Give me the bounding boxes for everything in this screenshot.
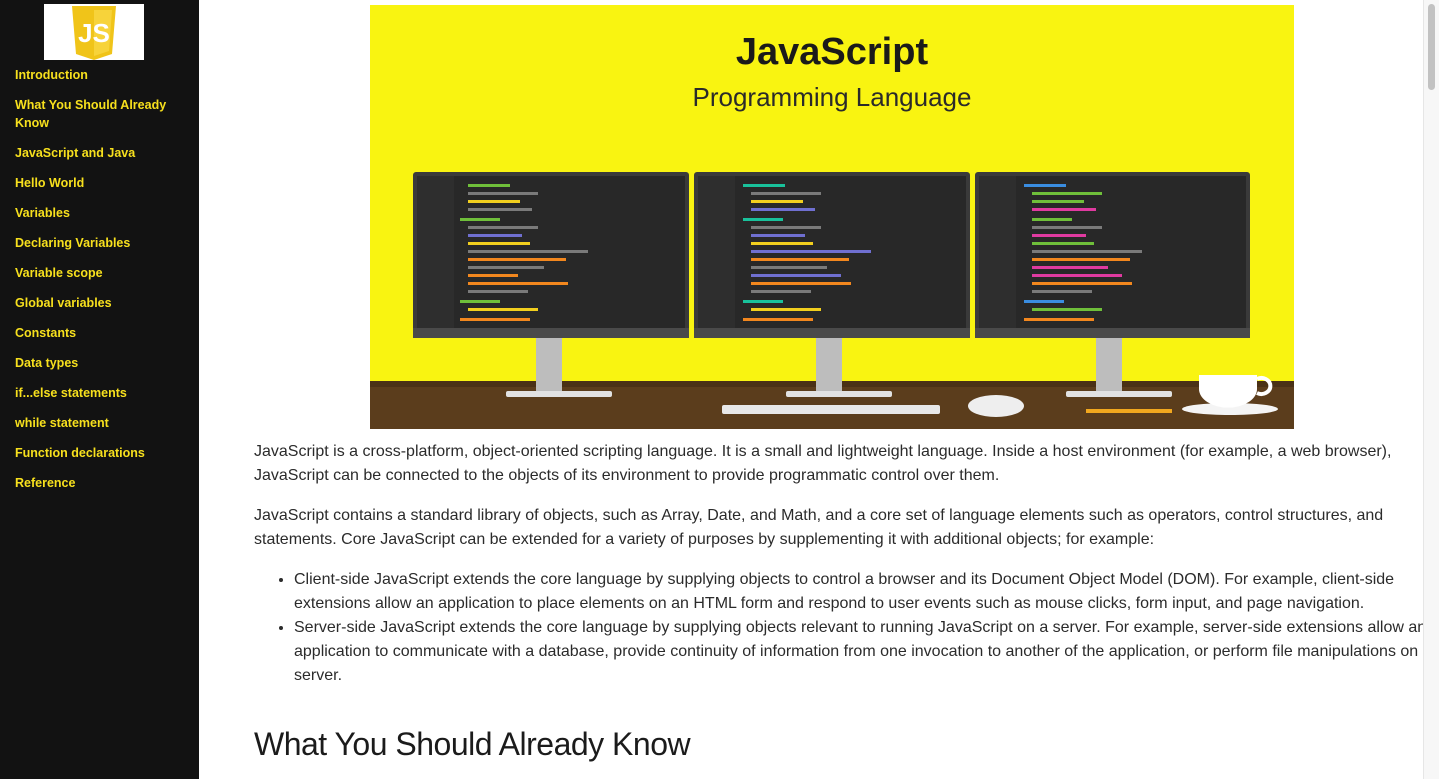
nav-link-reference[interactable]: Reference	[15, 474, 190, 492]
pencil	[1086, 409, 1172, 413]
nav-link-javascript-and-java[interactable]: JavaScript and Java	[15, 144, 190, 162]
extension-list: Client-side JavaScript extends the core …	[254, 568, 1439, 688]
monitor-center	[694, 172, 970, 397]
vertical-scrollbar[interactable]	[1423, 0, 1439, 779]
list-item-server-side: Server-side JavaScript extends the core …	[294, 616, 1439, 688]
nav-link-data-types[interactable]: Data types	[15, 354, 190, 372]
main-content: JavaScript Programming Language JavaScri…	[199, 0, 1432, 779]
scrollbar-thumb[interactable]	[1428, 4, 1435, 90]
keyboard	[722, 405, 940, 414]
hero-title: JavaScript	[735, 31, 929, 73]
intro-paragraph-2: JavaScript contains a standard library o…	[254, 507, 1384, 548]
nav-link-while-statement[interactable]: while statement	[15, 414, 190, 432]
nav-link-declaring-variables[interactable]: Declaring Variables	[15, 234, 190, 252]
nav-link-variables[interactable]: Variables	[15, 204, 190, 222]
nav-link-what-you-should-already-know[interactable]: What You Should Already Know	[15, 96, 190, 132]
section-heading: What You Should Already Know	[254, 726, 691, 762]
js-shield-icon: JS	[72, 6, 116, 60]
nav-link-if-else-statements[interactable]: if...else statements	[15, 384, 190, 402]
nav-link-introduction[interactable]: Introduction	[15, 66, 190, 84]
logo-text: JS	[78, 18, 110, 48]
javascript-logo[interactable]: JS	[44, 4, 144, 60]
nav-link-function-declarations[interactable]: Function declarations	[15, 444, 190, 462]
monitor-left	[413, 172, 689, 397]
nav-link-hello-world[interactable]: Hello World	[15, 174, 190, 192]
nav-link-variable-scope[interactable]: Variable scope	[15, 264, 190, 282]
nav-link-global-variables[interactable]: Global variables	[15, 294, 190, 312]
sidebar: JS Introduction What You Should Already …	[0, 0, 199, 779]
hero-subtitle: Programming Language	[692, 82, 972, 112]
mouse	[968, 395, 1024, 417]
intro-paragraph-1: JavaScript is a cross-platform, object-o…	[254, 443, 1392, 484]
monitor-right	[975, 172, 1250, 397]
list-item-client-side: Client-side JavaScript extends the core …	[294, 568, 1439, 616]
nav-link-constants[interactable]: Constants	[15, 324, 190, 342]
sidebar-nav: Introduction What You Should Already Kno…	[15, 66, 190, 504]
hero-image: JavaScript Programming Language	[370, 5, 1294, 429]
